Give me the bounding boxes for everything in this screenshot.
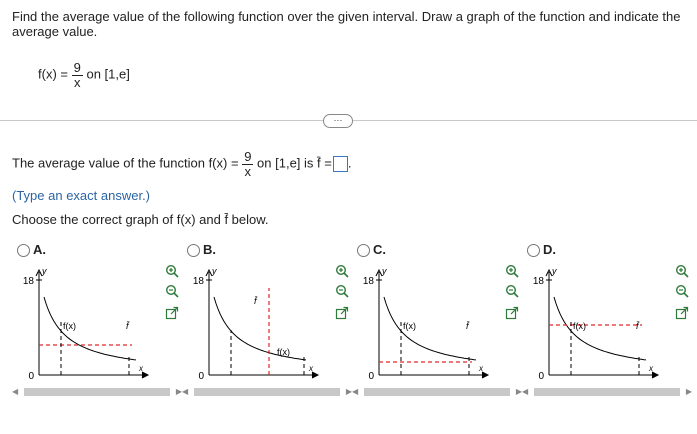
- expand-icon[interactable]: [335, 306, 349, 320]
- option-d-scrollbar[interactable]: ◀ ▶: [522, 386, 692, 398]
- y-axis-label: y: [41, 266, 47, 276]
- option-b-radio[interactable]: [187, 244, 200, 257]
- zoom-in-icon[interactable]: [505, 264, 519, 278]
- option-b[interactable]: B. 18 0 y f(x) f̄ x ◀ ▶: [182, 240, 352, 400]
- option-d-label: D.: [543, 242, 556, 257]
- scroll-track[interactable]: [534, 388, 680, 396]
- option-c-label: C.: [373, 242, 386, 257]
- average-label: f̄: [466, 321, 470, 331]
- function-curve: [213, 296, 307, 361]
- average-label: f̄: [126, 321, 130, 331]
- function-definition: f(x) = 9 x on [1,e]: [38, 60, 130, 90]
- y-tick-label-zero: 0: [538, 371, 544, 382]
- scroll-left-arrow-icon[interactable]: ◀: [12, 387, 18, 397]
- zoom-in-icon[interactable]: [675, 264, 689, 278]
- question-line-2: average value.: [12, 24, 98, 39]
- scroll-left-arrow-icon[interactable]: ◀: [182, 387, 188, 397]
- choose-prompt: Choose the correct graph of f(x) and f̄ …: [12, 212, 269, 227]
- option-c-radio[interactable]: [357, 244, 370, 257]
- function-label: f(x): [403, 321, 416, 331]
- question-line-1: Find the average value of the following …: [12, 9, 681, 24]
- scroll-track[interactable]: [194, 388, 340, 396]
- y-axis-label: y: [551, 266, 557, 276]
- option-c-graph: 18 0 y f(x) f̄ x: [363, 266, 490, 382]
- y-axis-label: y: [381, 266, 387, 276]
- option-a-scrollbar[interactable]: ◀ ▶: [12, 386, 182, 398]
- option-b-label: B.: [203, 242, 216, 257]
- scroll-left-arrow-icon[interactable]: ◀: [352, 387, 358, 397]
- function-curve: [553, 296, 647, 361]
- expand-icon[interactable]: [165, 306, 179, 320]
- zoom-in-icon[interactable]: [335, 264, 349, 278]
- function-label: f(x): [277, 347, 290, 357]
- option-b-scrollbar[interactable]: ◀ ▶: [182, 386, 352, 398]
- option-b-graph: 18 0 y f(x) f̄ x: [193, 266, 320, 382]
- answer-line: The average value of the function f(x) =…: [12, 149, 352, 179]
- question-text: Find the average value of the following …: [12, 9, 692, 39]
- function-curve: [383, 296, 477, 361]
- option-d-graph: 18 0 y f(x) f̄ x: [533, 266, 660, 382]
- zoom-out-icon[interactable]: [505, 284, 519, 298]
- answer-fraction: 9 x: [242, 149, 254, 179]
- option-c[interactable]: C. 18 0 y f(x) f̄ x ◀ ▶: [352, 240, 522, 400]
- y-tick-label-zero: 0: [198, 371, 204, 382]
- scroll-track[interactable]: [364, 388, 510, 396]
- y-tick-label-zero: 0: [28, 371, 34, 382]
- zoom-out-icon[interactable]: [165, 284, 179, 298]
- option-d-radio[interactable]: [527, 244, 540, 257]
- answer-input[interactable]: [332, 156, 348, 173]
- function-label: f(x): [573, 321, 586, 331]
- average-label: f̄: [636, 321, 640, 331]
- option-a[interactable]: A. 18 0 y f(x) f̄ x ◀ ▶: [12, 240, 182, 400]
- expand-ellipsis-button[interactable]: ···: [323, 114, 353, 128]
- scroll-right-arrow-icon[interactable]: ▶: [686, 387, 692, 397]
- y-tick-label-top: 18: [23, 276, 35, 287]
- option-d[interactable]: D. 18 0 y f(x) f̄ x ◀ ▶: [522, 240, 692, 400]
- expand-icon[interactable]: [675, 306, 689, 320]
- option-a-label: A.: [33, 242, 46, 257]
- function-label: f(x): [63, 321, 76, 331]
- x-axis-label: x: [478, 364, 484, 373]
- y-tick-label-zero: 0: [368, 371, 374, 382]
- zoom-out-icon[interactable]: [335, 284, 349, 298]
- option-c-scrollbar[interactable]: ◀ ▶: [352, 386, 522, 398]
- scroll-left-arrow-icon[interactable]: ◀: [522, 387, 528, 397]
- zoom-out-icon[interactable]: [675, 284, 689, 298]
- answer-hint: (Type an exact answer.): [12, 188, 151, 203]
- y-tick-label-top: 18: [533, 276, 545, 287]
- zoom-in-icon[interactable]: [165, 264, 179, 278]
- x-axis-label: x: [138, 364, 144, 373]
- option-a-radio[interactable]: [17, 244, 30, 257]
- scroll-track[interactable]: [24, 388, 170, 396]
- expand-icon[interactable]: [505, 306, 519, 320]
- average-label: f̄: [254, 296, 258, 306]
- y-tick-label-top: 18: [193, 276, 205, 287]
- function-curve: [43, 296, 137, 361]
- option-a-graph: 18 0 y f(x) f̄ x: [23, 266, 150, 382]
- y-axis-label: y: [211, 266, 217, 276]
- y-tick-label-top: 18: [363, 276, 375, 287]
- function-fraction: 9 x: [71, 60, 83, 90]
- x-axis-label: x: [308, 364, 314, 373]
- x-axis-label: x: [648, 364, 654, 373]
